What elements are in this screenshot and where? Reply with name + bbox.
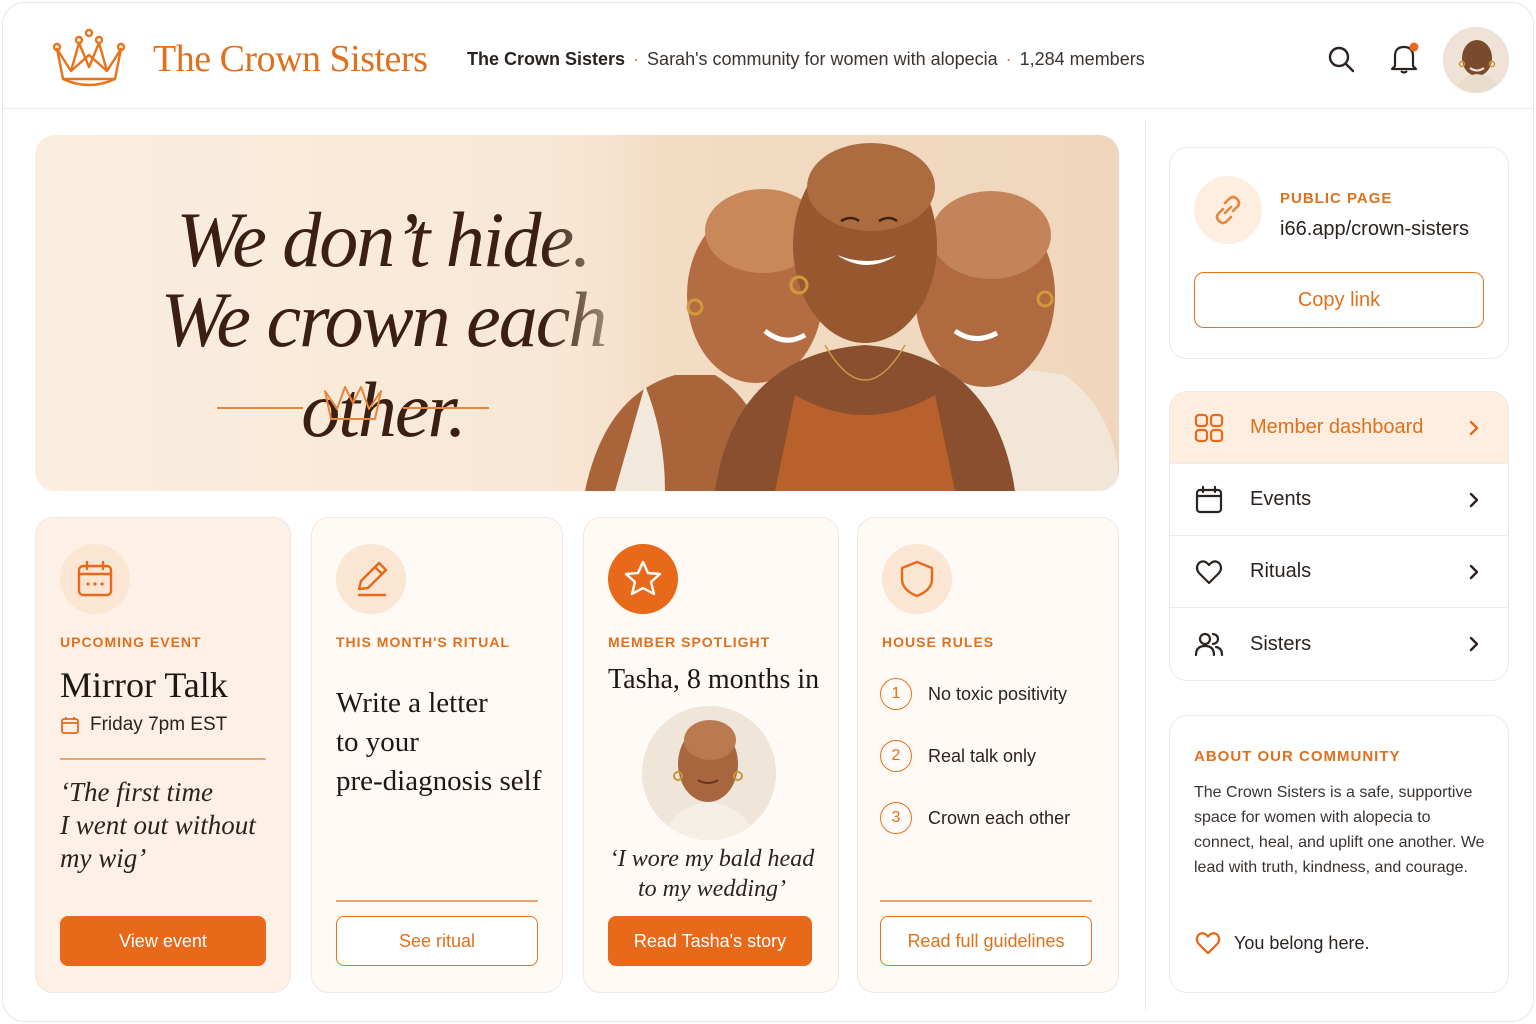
hero-photo-three-women [545, 135, 1119, 491]
public-page-eyebrow: PUBLIC PAGE [1280, 190, 1393, 207]
shield-icon [900, 560, 934, 598]
event-quote-line: my wig’ [60, 843, 147, 873]
star-icon [624, 560, 662, 596]
chevron-right-icon [1469, 492, 1479, 507]
view-event-button[interactable]: View event [60, 916, 266, 966]
pencil-icon [357, 561, 388, 597]
ritual-eyebrow: THIS MONTH'S RITUAL [336, 634, 510, 650]
ritual-prompt-line: pre-diagnosis self [336, 765, 542, 797]
grid-icon [1194, 413, 1224, 442]
rule-item: 1 No toxic positivity [880, 678, 1067, 710]
calendar-icon [77, 560, 113, 597]
event-quote-line: ‘The first time [60, 777, 213, 807]
event-quote: ‘The first time I went out without my wi… [60, 776, 256, 875]
about-eyebrow: ABOUT OUR COMMUNITY [1194, 748, 1401, 765]
community-meta: The Crown Sisters · Sarah's community for … [467, 49, 1145, 70]
nav-label: Member dashboard [1250, 416, 1424, 438]
copy-link-button[interactable]: Copy link [1194, 272, 1484, 328]
rule-item: 2 Real talk only [880, 740, 1036, 772]
rule-label: Crown each other [928, 807, 1071, 828]
about-text: The Crown Sisters is a safe, supportive … [1194, 784, 1485, 876]
card-icon-wrapper [336, 544, 406, 614]
spotlight-title: Tasha, 8 months in [608, 664, 820, 695]
ritual-prompt: Write a letter to your pre-diagnosis sel… [336, 684, 541, 801]
hero-banner: We don’t hide. We crown each other. [35, 135, 1119, 491]
sidebar-nav: Member dashboard Events Rituals Sisters [1169, 391, 1509, 681]
app-window: The Crown Sisters The Crown Sisters · Sara… [2, 2, 1534, 1022]
notification-bell-icon[interactable] [1389, 41, 1421, 75]
rule-label: No toxic positivity [928, 683, 1068, 704]
heart-icon [1195, 932, 1221, 955]
belong-row: You belong here. [1194, 930, 1369, 956]
heart-icon [1195, 559, 1223, 584]
chevron-right-icon [1469, 636, 1479, 652]
nav-item-rituals[interactable]: Rituals [1170, 536, 1508, 608]
ritual-prompt-line: Write a letter [336, 687, 488, 719]
monthly-ritual-card: THIS MONTH'S RITUAL Write a letter to yo… [311, 517, 563, 993]
event-date-text: Friday 7pm EST [90, 714, 228, 735]
ritual-divider [336, 900, 538, 902]
upcoming-event-card: UPCOMING EVENT Mirror Talk Friday 7pm ES… [35, 517, 291, 993]
chevron-right-icon [1469, 564, 1479, 579]
rules-divider [880, 900, 1092, 902]
card-icon-wrapper [60, 544, 130, 614]
nav-label: Sisters [1250, 632, 1312, 655]
member-count: 1,284 members [1019, 49, 1145, 69]
rule-number: 3 [880, 802, 912, 834]
card-icon-wrapper [882, 544, 952, 614]
card-icon-wrapper [608, 544, 678, 614]
spotlight-quote: ‘I wore my bald head to my wedding’ [584, 844, 840, 904]
event-quote-line: I went out without [60, 810, 256, 840]
see-ritual-button[interactable]: See ritual [336, 916, 538, 966]
search-icon[interactable] [1327, 45, 1355, 73]
about-community-card: ABOUT OUR COMMUNITY The Crown Sisters is… [1169, 715, 1509, 993]
calendar-icon [1195, 485, 1223, 513]
sidebar-divider [1145, 121, 1146, 1011]
public-page-url[interactable]: i66.app/crown-sisters [1280, 218, 1469, 241]
hero-divider-left [217, 407, 303, 409]
nav-item-events[interactable]: Events [1170, 464, 1508, 536]
rule-number: 1 [880, 678, 912, 710]
crown-logo-icon[interactable] [49, 27, 129, 93]
read-tasha-story-button[interactable]: Read Tasha's story [608, 916, 812, 966]
separator-dot: · [633, 49, 640, 69]
nav-item-member-dashboard[interactable]: Member dashboard [1170, 392, 1508, 464]
brand-name[interactable]: The Crown Sisters [153, 37, 428, 81]
spotlight-quote-line: to my wedding’ [638, 876, 786, 902]
public-page-card: PUBLIC PAGE i66.app/crown-sisters Copy l… [1169, 147, 1509, 359]
nav-label: Events [1250, 488, 1312, 510]
crown-icon [324, 386, 382, 420]
user-avatar[interactable] [1443, 27, 1509, 93]
top-header: The Crown Sisters The Crown Sisters · Sara… [3, 3, 1533, 109]
chevron-right-icon [1469, 420, 1479, 435]
hero-divider-right [403, 407, 489, 409]
nav-item-sisters[interactable]: Sisters [1170, 608, 1508, 680]
read-guidelines-button[interactable]: Read full guidelines [880, 916, 1092, 966]
ritual-prompt-line: to your [336, 726, 419, 758]
spotlight-eyebrow: MEMBER SPOTLIGHT [608, 634, 771, 650]
spotlight-quote-line: ‘I wore my bald head [609, 846, 815, 872]
event-title[interactable]: Mirror Talk [60, 664, 228, 706]
event-eyebrow: UPCOMING EVENT [60, 634, 202, 650]
rule-item: 3 Crown each other [880, 802, 1070, 834]
tasha-photo [642, 706, 776, 840]
community-description: Sarah's community for women with alopeci… [647, 49, 998, 69]
link-icon-wrapper [1194, 176, 1262, 244]
rule-label: Real talk only [928, 745, 1037, 766]
calendar-small-icon [61, 717, 79, 734]
belong-text: You belong here. [1234, 932, 1370, 953]
rule-number: 2 [880, 740, 912, 772]
community-name: The Crown Sisters [467, 49, 626, 69]
users-icon [1194, 632, 1224, 657]
link-icon [1215, 195, 1241, 225]
event-divider [60, 758, 266, 760]
event-date: Friday 7pm EST [60, 714, 227, 736]
house-rules-card: HOUSE RULES 1 No toxic positivity 2 Real… [857, 517, 1119, 993]
separator-dot: · [1005, 49, 1012, 69]
nav-label: Rituals [1250, 560, 1312, 582]
rules-eyebrow: HOUSE RULES [882, 634, 995, 650]
member-spotlight-card: MEMBER SPOTLIGHT Tasha, 8 months in ‘I w… [583, 517, 839, 993]
